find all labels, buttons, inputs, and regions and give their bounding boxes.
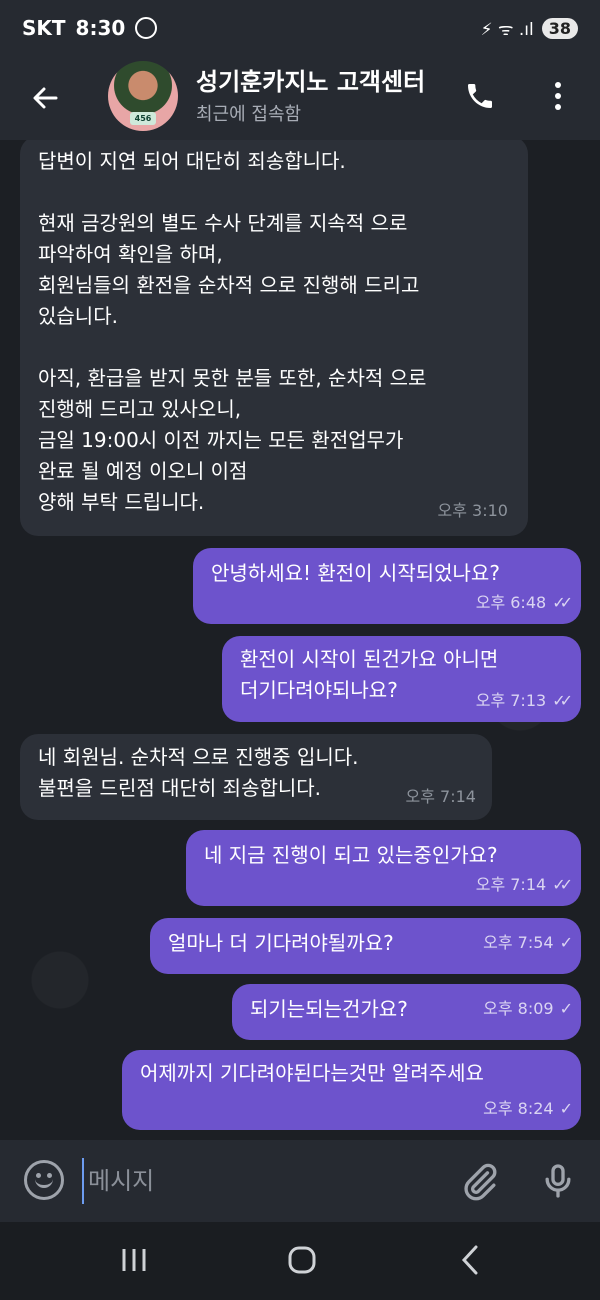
message-outgoing[interactable]: 환전이 시작이 된건가요 아니면 더기다려야되나요? 오후 7:13 ✓✓ — [222, 636, 581, 722]
phone-call-icon[interactable] — [458, 74, 502, 118]
message-outgoing[interactable]: 되기는되는건가요? 오후 8:09 ✓ — [232, 984, 581, 1040]
back-arrow-icon[interactable] — [0, 56, 90, 140]
message-timestamp: 오후 8:09 — [483, 999, 554, 1018]
app-notification-icon — [135, 17, 158, 39]
message-incoming[interactable]: 답변이 지연 되어 대단히 죄송합니다. 현재 금강원의 별도 수사 단계를 지… — [20, 140, 528, 536]
message-text: 어제까지 기다려야된다는것만 알려주세요 — [140, 1061, 484, 1085]
avatar-badge: 456 — [130, 112, 156, 125]
check-icon: ✓ — [559, 933, 574, 952]
message-incoming[interactable]: 네 회원님. 순차적 으로 진행중 입니다. 불편을 드린점 대단히 죄송합니다… — [20, 734, 492, 820]
status-bar: SKT 8:30 ⚡ ᯤ .ıl 38 — [0, 0, 600, 56]
message-time: 오후 7:54 ✓ — [483, 927, 574, 958]
message-timestamp: 오후 6:48 — [475, 593, 547, 612]
avatar[interactable]: 456 — [108, 61, 178, 131]
check-icon: ✓ — [559, 1099, 574, 1118]
battery-indicator: 38 — [541, 17, 578, 39]
message-text: 안녕하세요! 환전이 시작되었나요? — [211, 561, 500, 585]
message-time: 오후 8:24 ✓ — [483, 1093, 574, 1124]
recent-apps-icon[interactable] — [104, 1240, 164, 1280]
signal-icon: ⚡ ᯤ .ıl — [480, 19, 534, 40]
message-outgoing[interactable]: 네 지금 진행이 되고 있는중인가요? 오후 7:14 ✓✓ — [186, 830, 581, 906]
message-text: 답변이 지연 되어 대단히 죄송합니다. 현재 금강원의 별도 수사 단계를 지… — [38, 149, 427, 514]
carrier-label: SKT — [22, 16, 66, 40]
message-timestamp: 오후 7:54 — [483, 933, 554, 952]
double-check-icon: ✓✓ — [552, 875, 573, 894]
chat-header: 456 성기훈카지노 고객센터 최근에 접속함 — [0, 56, 600, 140]
microphone-icon[interactable] — [538, 1158, 578, 1204]
message-time: 오후 7:14 ✓✓ — [475, 869, 573, 900]
message-time: 오후 7:14 — [406, 781, 476, 812]
chat-title[interactable]: 성기훈카지노 고객센터 — [196, 62, 444, 97]
more-options-icon[interactable] — [540, 74, 576, 118]
last-seen-status: 최근에 접속함 — [196, 104, 302, 125]
message-outgoing[interactable]: 얼마나 더 기다려야될까요? 오후 7:54 ✓ — [150, 918, 581, 974]
message-timestamp: 오후 7:13 — [475, 691, 547, 710]
message-time: 오후 8:09 ✓ — [483, 993, 574, 1024]
paperclip-icon[interactable] — [460, 1160, 500, 1204]
back-icon[interactable] — [440, 1240, 500, 1280]
check-icon: ✓ — [559, 999, 574, 1018]
message-text: 네 지금 진행이 되고 있는중인가요? — [204, 843, 498, 867]
double-check-icon: ✓✓ — [552, 691, 573, 710]
message-composer — [0, 1140, 600, 1222]
home-icon[interactable] — [272, 1240, 332, 1280]
double-check-icon: ✓✓ — [552, 593, 573, 612]
message-outgoing[interactable]: 안녕하세요! 환전이 시작되었나요? 오후 6:48 ✓✓ — [193, 548, 581, 624]
message-time: 오후 7:13 ✓✓ — [475, 685, 573, 716]
emoji-icon[interactable] — [24, 1160, 64, 1200]
chat-messages[interactable]: 답변이 지연 되어 대단히 죄송합니다. 현재 금강원의 별도 수사 단계를 지… — [0, 140, 600, 1140]
message-time: 오후 6:48 ✓✓ — [475, 587, 573, 618]
status-time: 8:30 — [75, 16, 126, 40]
message-timestamp: 오후 3:10 — [437, 501, 508, 520]
message-outgoing[interactable]: 어제까지 기다려야된다는것만 알려주세요 오후 8:24 ✓ — [122, 1050, 581, 1130]
message-timestamp: 오후 7:14 — [405, 787, 476, 806]
message-timestamp: 오후 7:14 — [475, 875, 547, 894]
message-input[interactable] — [82, 1158, 442, 1204]
message-time: 오후 3:10 — [438, 495, 508, 526]
system-nav-bar — [0, 1222, 600, 1300]
message-timestamp: 오후 8:24 — [483, 1099, 554, 1118]
